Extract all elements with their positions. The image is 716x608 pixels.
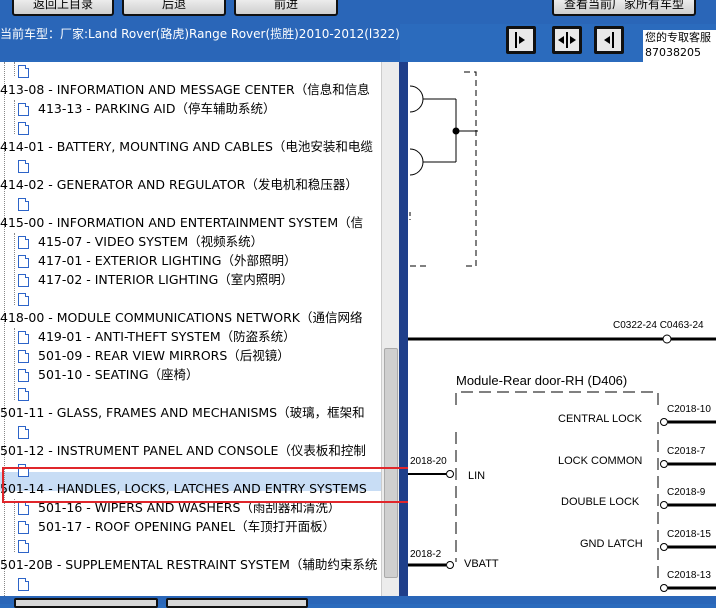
- document-icon: [18, 274, 29, 287]
- service-hotline: 您的专取客服 87038205: [643, 30, 716, 62]
- tree-line: [14, 499, 15, 552]
- hotline-text: 您的专取客服: [645, 31, 711, 44]
- bottom-button[interactable]: [166, 598, 308, 608]
- document-icon: [18, 521, 29, 534]
- vbatt-label: VBATT: [464, 558, 499, 570]
- tree-item-label: 501-17 - ROOF OPENING PANEL（车顶打开面板）: [38, 519, 336, 534]
- split-icon: [558, 32, 576, 48]
- document-icon: [18, 369, 29, 382]
- connector-pin: [662, 334, 672, 344]
- tree-item-label: 419-01 - ANTI-THEFT SYSTEM（防盗系统）: [38, 329, 296, 344]
- tree-item-label: 501-10 - SEATING（座椅）: [38, 367, 199, 382]
- tree-line: [14, 328, 15, 400]
- document-icon: [18, 578, 29, 591]
- document-icon: [18, 236, 29, 249]
- scrollbar-thumb[interactable]: [384, 348, 398, 578]
- view-all-models-button[interactable]: 查看当前厂家所有车型: [552, 0, 696, 16]
- expand-right-button[interactable]: [506, 26, 536, 54]
- central-lock-label: CENTRAL LOCK: [558, 413, 643, 425]
- forward-button[interactable]: 前进: [234, 0, 338, 16]
- tree-item-label: 413-08 - INFORMATION AND MESSAGE CENTER（…: [0, 82, 370, 97]
- connector-pin: [660, 418, 668, 426]
- catalog-tree: 413-08 - INFORMATION AND MESSAGE CENTER（…: [0, 62, 381, 596]
- connector-pin: [446, 561, 454, 569]
- document-icon: [18, 160, 29, 173]
- split-view-button[interactable]: [552, 26, 582, 54]
- wiring-diagram[interactable]: C0322-24 C0463-24 Module-Rear door-RH (D…: [408, 62, 716, 596]
- component-border: [464, 71, 477, 267]
- tree-item-label: 415-00 - INFORMATION AND ENTERTAINMENT S…: [0, 215, 364, 230]
- selection-highlight-box: [2, 467, 414, 503]
- connector-pin: [660, 460, 668, 468]
- tree-item-label: 501-11 - GLASS, FRAMES AND MECHANISMS（玻璃…: [0, 405, 365, 420]
- tree-line: [14, 233, 15, 305]
- lin-label: LIN: [468, 470, 485, 482]
- tree-item-label: 501-09 - REAR VIEW MIRRORS（后视镜）: [38, 348, 290, 363]
- document-icon: [18, 198, 29, 211]
- document-icon: [18, 293, 29, 306]
- pin-label: C2018-15: [667, 529, 711, 540]
- tree-line: [14, 100, 15, 134]
- tree-line: [14, 62, 15, 76]
- document-icon: [18, 350, 29, 363]
- document-icon: [18, 65, 29, 78]
- tree-item-label: 418-00 - MODULE COMMUNICATIONS NETWORK（通…: [0, 310, 363, 325]
- panel-left-icon: [604, 32, 614, 48]
- connector-pin: [660, 543, 668, 551]
- document-icon: [18, 426, 29, 439]
- tree-item-label: 501-12 - INSTRUMENT PANEL AND CONSOLE（仪表…: [0, 443, 366, 458]
- vehicle-bar: 当前车型：厂家:Land Rover(路虎)Range Rover(揽胜)201…: [0, 24, 400, 60]
- connector-pin: [660, 584, 668, 592]
- diagram-canvas: C0322-24 C0463-24 Module-Rear door-RH (D…: [408, 71, 716, 592]
- tree-item-label: 414-02 - GENERATOR AND REGULATOR（发电机和稳压器…: [0, 177, 358, 192]
- tree-item-label: 417-02 - INTERIOR LIGHTING（室内照明）: [38, 272, 294, 287]
- switch-symbol: [409, 85, 478, 220]
- tree-scrollbar[interactable]: [381, 62, 399, 596]
- panel-splitter[interactable]: [399, 62, 408, 596]
- gnd-latch-label: GND LATCH: [580, 538, 643, 550]
- tree-item-label: 417-01 - EXTERIOR LIGHTING（外部照明）: [38, 253, 297, 268]
- tree-item-label: 413-13 - PARKING AID（停车辅助系统）: [38, 101, 276, 116]
- pin-label: C2018-7: [667, 446, 706, 457]
- module-title: Module-Rear door-RH (D406): [456, 373, 627, 388]
- current-vehicle-label: 当前车型：厂家:Land Rover(路虎)Range Rover(揽胜)201…: [0, 27, 400, 41]
- tree-item-label: 501-20B - SUPPLEMENTAL RESTRAINT SYSTEM（…: [0, 557, 378, 572]
- tree-item-label: 415-07 - VIDEO SYSTEM（视频系统）: [38, 234, 264, 249]
- document-icon: [18, 540, 29, 553]
- document-icon: [18, 388, 29, 401]
- back-to-catalog-button[interactable]: 返回上目录: [12, 0, 114, 16]
- tree-item-label: 414-01 - BATTERY, MOUNTING AND CABLES（电池…: [0, 139, 373, 154]
- expand-left-button[interactable]: [594, 26, 624, 54]
- lock-common-label: LOCK COMMON: [558, 455, 642, 467]
- pin-label: C2018-9: [667, 487, 706, 498]
- connector-label-top: C0322-24 C0463-24: [613, 320, 704, 331]
- bottom-button[interactable]: [14, 598, 158, 608]
- panel-right-icon: [515, 32, 525, 48]
- connector-pin: [446, 470, 454, 478]
- pin-label: C2018-13: [667, 570, 711, 581]
- module-border: [455, 391, 659, 405]
- top-toolbar: 返回上目录 后退 前进 查看当前厂家所有车型: [0, 0, 716, 24]
- document-icon: [18, 122, 29, 135]
- document-icon: [18, 103, 29, 116]
- pin-label-vbatt: 2018-2: [410, 549, 442, 560]
- back-button[interactable]: 后退: [122, 0, 226, 16]
- pin-label: C2018-10: [667, 404, 711, 415]
- hotline-number: 87038205: [645, 46, 701, 59]
- document-icon: [18, 255, 29, 268]
- document-icon: [18, 331, 29, 344]
- pin-label-lin: 2018-20: [410, 456, 447, 467]
- double-lock-label: DOUBLE LOCK: [561, 496, 640, 508]
- document-icon: [18, 502, 29, 515]
- connector-pin: [660, 501, 668, 509]
